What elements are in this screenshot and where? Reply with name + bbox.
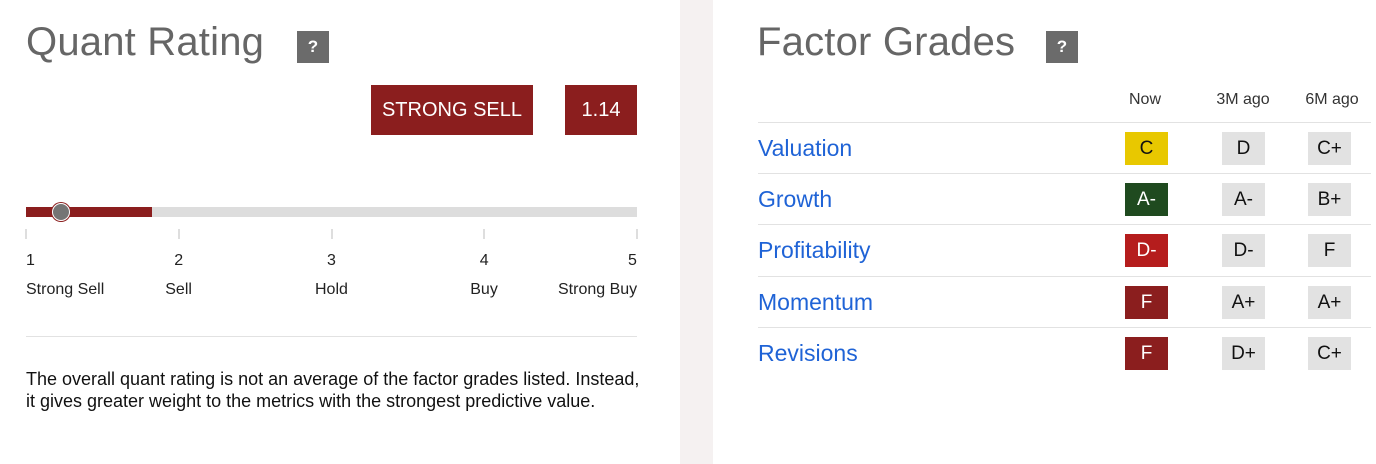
column-header-3m-ago: 3M ago <box>1216 91 1270 108</box>
grade-3m-ago: D <box>1222 132 1265 165</box>
scale-tick-label: Buy <box>470 281 498 298</box>
scale-tick <box>483 229 486 239</box>
quant-rating-panel: Quant Rating ? STRONG SELL 1.14 1 Strong … <box>0 0 680 464</box>
factor-link-profitability[interactable]: Profitability <box>758 237 870 264</box>
grade-now: A- <box>1125 183 1168 216</box>
rating-scale-fill <box>26 207 153 217</box>
factor-link-revisions[interactable]: Revisions <box>758 340 858 367</box>
factor-row-revisions: Revisions F D+ C+ <box>758 327 1371 378</box>
grade-6m-ago: F <box>1308 234 1351 267</box>
scale-tick-number: 3 <box>327 252 336 269</box>
grade-6m-ago: A+ <box>1308 286 1351 319</box>
scale-tick-label: Strong Sell <box>26 281 105 298</box>
factor-row-growth: Growth A- A- B+ <box>758 173 1371 224</box>
rating-label-badge: STRONG SELL <box>371 85 533 135</box>
factor-grades-panel: Factor Grades ? Now 3M ago 6M ago Valuat… <box>713 0 1376 464</box>
grade-now: F <box>1125 286 1168 319</box>
grade-3m-ago: A- <box>1222 183 1265 216</box>
factor-grades-help-icon[interactable]: ? <box>1046 31 1078 63</box>
grade-now: F <box>1125 337 1168 370</box>
factor-row-momentum: Momentum F A+ A+ <box>758 276 1371 327</box>
scale-tick <box>177 229 180 239</box>
factor-link-momentum[interactable]: Momentum <box>758 289 873 316</box>
panel-gutter <box>680 0 713 464</box>
grade-now: C <box>1125 132 1168 165</box>
grade-3m-ago: D+ <box>1222 337 1265 370</box>
factor-link-valuation[interactable]: Valuation <box>758 135 852 162</box>
factor-row-valuation: Valuation C D C+ <box>758 122 1371 173</box>
scale-tick-number: 4 <box>479 252 489 269</box>
scale-tick-label: Strong Buy <box>558 281 638 298</box>
scale-tick <box>25 229 27 239</box>
column-header-6m-ago: 6M ago <box>1305 91 1359 108</box>
column-header-now: Now <box>1128 91 1161 108</box>
rating-scale-track <box>26 207 637 217</box>
factor-link-growth[interactable]: Growth <box>758 186 832 213</box>
factor-row-profitability: Profitability D- D- F <box>758 224 1371 275</box>
scale-tick-number: 5 <box>628 252 637 269</box>
rating-value-badge: 1.14 <box>565 85 637 135</box>
quant-rating-help-icon[interactable]: ? <box>297 31 329 63</box>
scale-tick-number: 1 <box>26 252 35 269</box>
grade-3m-ago: D- <box>1222 234 1265 267</box>
quant-rating-title: Quant Rating <box>26 20 265 64</box>
grade-6m-ago: C+ <box>1308 337 1351 370</box>
quant-rating-note: The overall quant rating is not an avera… <box>26 369 640 411</box>
factor-grades-title: Factor Grades <box>757 20 1016 64</box>
scale-tick-label: Sell <box>165 281 192 298</box>
divider <box>26 336 637 337</box>
scale-tick <box>636 229 638 239</box>
scale-tick-number: 2 <box>174 252 184 269</box>
grade-6m-ago: C+ <box>1308 132 1351 165</box>
rating-scale-marker <box>52 203 70 221</box>
grade-3m-ago: A+ <box>1222 286 1265 319</box>
scale-tick <box>330 229 333 239</box>
scale-tick-label: Hold <box>315 281 348 298</box>
grade-6m-ago: B+ <box>1308 183 1351 216</box>
grade-now: D- <box>1125 234 1168 267</box>
